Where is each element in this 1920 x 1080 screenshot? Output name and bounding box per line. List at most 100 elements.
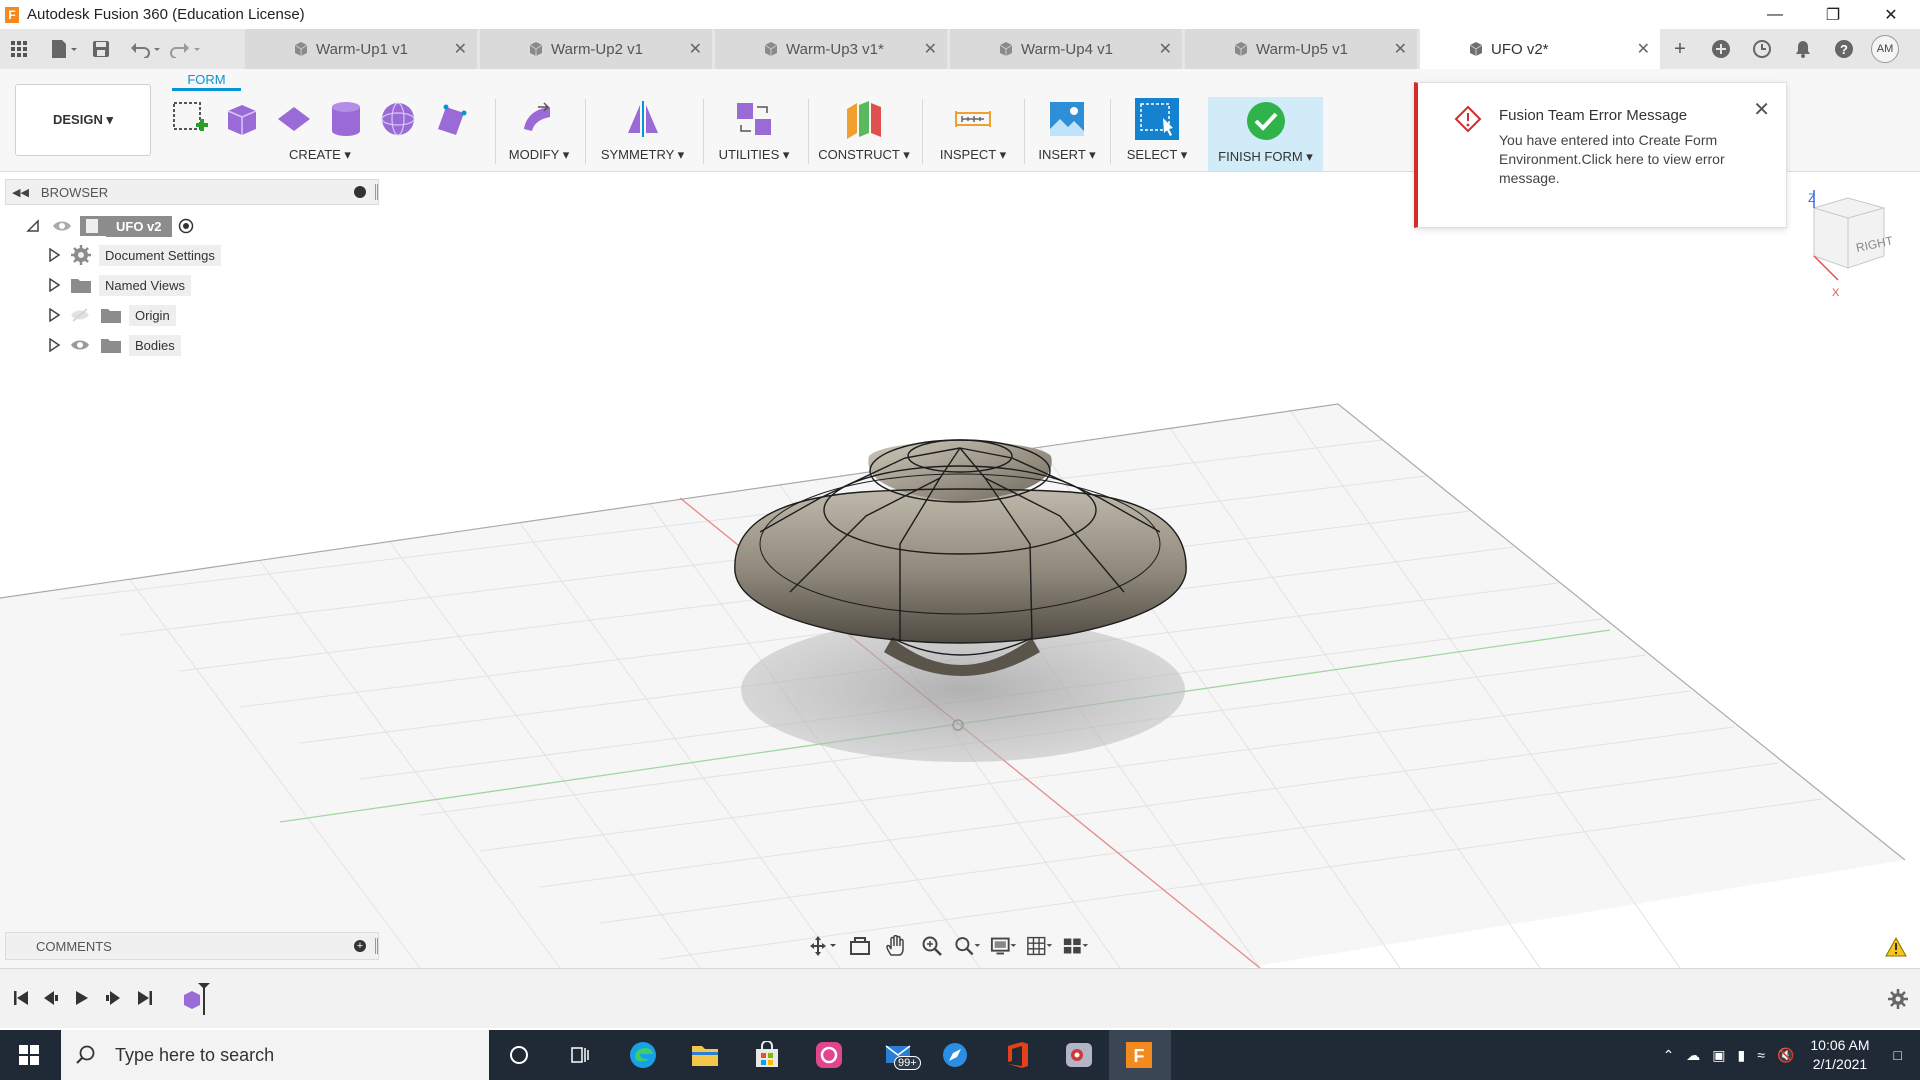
save-icon[interactable] (92, 37, 110, 61)
doc-tab-warm-up5[interactable]: Warm-Up5 v1 ✕ (1185, 29, 1417, 69)
select-menu-label[interactable]: SELECT ▾ (1122, 147, 1192, 163)
edge-browser-icon[interactable] (626, 1038, 660, 1072)
doc-tab-warm-up2[interactable]: Warm-Up2 v1 ✕ (480, 29, 712, 69)
insert-menu-label[interactable]: INSERT ▾ (1034, 147, 1100, 163)
action-center-icon[interactable]: □ (1894, 1047, 1902, 1063)
close-tab-icon[interactable]: ✕ (1159, 39, 1172, 59)
create-sketch-icon[interactable] (170, 99, 210, 139)
mirror-symmetry-icon[interactable] (622, 99, 664, 139)
comments-panel-header[interactable]: COMMENTS + (5, 932, 379, 960)
close-tab-icon[interactable]: ✕ (454, 39, 467, 59)
device-icon[interactable]: ▣ (1712, 1047, 1725, 1064)
pinned-app-media-icon[interactable] (1062, 1038, 1096, 1072)
form-feature-icon[interactable] (180, 981, 216, 1017)
extensions-icon[interactable] (1707, 35, 1735, 63)
doc-tab-warm-up4[interactable]: Warm-Up4 v1 ✕ (950, 29, 1182, 69)
viewports-icon[interactable] (1062, 934, 1090, 958)
construct-menu-label[interactable]: CONSTRUCT ▾ (818, 147, 910, 163)
mail-app-icon[interactable]: 99+ (874, 1038, 924, 1072)
close-notification-icon[interactable]: ✕ (1753, 97, 1770, 122)
doc-tab-warm-up1[interactable]: Warm-Up1 v1 ✕ (245, 29, 477, 69)
office-app-icon[interactable] (1000, 1038, 1034, 1072)
play-icon[interactable] (73, 989, 91, 1007)
minimize-button[interactable]: — (1746, 0, 1804, 29)
wifi-icon[interactable]: ≈ (1757, 1047, 1765, 1063)
job-status-clock-icon[interactable] (1748, 35, 1776, 63)
pan-hand-icon[interactable] (882, 934, 910, 958)
inspect-menu-label[interactable]: INSPECT ▾ (933, 147, 1013, 163)
file-menu-icon[interactable] (50, 37, 78, 61)
fit-zoom-icon[interactable] (954, 934, 982, 958)
app-grid-icon[interactable] (10, 37, 28, 61)
finish-form-check-icon[interactable] (1246, 101, 1286, 141)
taskbar-search-box[interactable]: Type here to search (61, 1030, 489, 1080)
measure-icon[interactable] (952, 99, 994, 139)
clock[interactable]: 10:06 AM 2/1/2021 (1810, 1036, 1869, 1074)
restore-button[interactable]: ❐ (1804, 0, 1862, 29)
close-tab-icon[interactable]: ✕ (924, 39, 937, 59)
show-hidden-icons-chevron-icon[interactable]: ⌃ (1663, 1047, 1675, 1064)
viewcube[interactable]: RIGHT Z X (1808, 190, 1895, 299)
go-to-start-icon[interactable] (12, 989, 30, 1007)
document-tab-bar: Warm-Up1 v1 ✕ Warm-Up2 v1 ✕ Warm-Up3 v1*… (0, 29, 1920, 69)
error-notification[interactable]: Fusion Team Error Message You have enter… (1414, 82, 1787, 228)
separator (585, 99, 586, 164)
close-tab-icon[interactable]: ✕ (1394, 39, 1407, 59)
grid-settings-icon[interactable] (1026, 934, 1054, 958)
notifications-bell-icon[interactable] (1789, 35, 1817, 63)
face-icon[interactable] (430, 99, 470, 139)
tab-form[interactable]: FORM (172, 71, 241, 91)
microsoft-store-icon[interactable] (750, 1038, 784, 1072)
warning-icon[interactable] (1885, 936, 1907, 957)
redo-icon[interactable] (170, 37, 204, 61)
edit-form-icon[interactable] (518, 99, 560, 139)
cylinder-icon[interactable] (326, 99, 366, 139)
window-select-icon[interactable] (1134, 97, 1180, 141)
doc-tab-ufo-v2[interactable]: UFO v2* ✕ (1420, 29, 1660, 69)
construct-plane-icon[interactable] (843, 99, 885, 139)
close-window-button[interactable]: ✕ (1862, 0, 1920, 29)
cortana-icon[interactable] (502, 1038, 536, 1072)
sphere-icon[interactable] (378, 99, 418, 139)
volume-muted-icon[interactable]: 🔇 (1777, 1047, 1794, 1064)
go-to-end-icon[interactable] (136, 989, 154, 1007)
timeline-settings-gear-icon[interactable] (1888, 989, 1908, 1009)
start-button[interactable] (0, 1030, 58, 1080)
plane-icon[interactable] (274, 99, 314, 139)
add-comment-icon[interactable]: + (354, 940, 366, 952)
symmetry-menu-label[interactable]: SYMMETRY ▾ (595, 147, 690, 163)
utilities-menu-label[interactable]: UTILITIES ▾ (712, 147, 796, 163)
look-at-icon[interactable] (846, 934, 874, 958)
convert-icon[interactable] (733, 99, 775, 139)
workspace-switcher-button[interactable]: DESIGN ▾ (15, 84, 151, 156)
close-tab-icon[interactable]: ✕ (689, 39, 702, 59)
design-canvas[interactable]: RIGHT Z X (0, 172, 1920, 968)
step-forward-icon[interactable] (104, 989, 122, 1007)
display-settings-icon[interactable] (990, 934, 1018, 958)
create-menu-label[interactable]: CREATE ▾ (170, 147, 470, 163)
modify-menu-label[interactable]: MODIFY ▾ (506, 147, 572, 163)
pinned-app-compass-icon[interactable] (938, 1038, 972, 1072)
step-back-icon[interactable] (42, 989, 60, 1007)
task-view-icon[interactable] (563, 1038, 597, 1072)
close-tab-icon[interactable]: ✕ (1637, 39, 1650, 59)
orbit-icon[interactable] (810, 934, 838, 958)
new-tab-plus-icon[interactable]: + (1666, 35, 1694, 63)
battery-icon[interactable]: ▮ (1738, 1047, 1746, 1064)
undo-icon[interactable] (130, 37, 164, 61)
zoom-icon[interactable] (918, 934, 946, 958)
box-icon[interactable] (222, 99, 262, 139)
construct-group: CONSTRUCT ▾ (818, 97, 910, 163)
file-explorer-icon[interactable] (688, 1038, 722, 1072)
panel-divider-handle[interactable] (375, 938, 378, 954)
finish-form-group[interactable]: FINISH FORM ▾ (1208, 97, 1323, 171)
help-icon[interactable]: ? (1830, 35, 1858, 63)
notification-message-link[interactable]: You have entered into Create Form Enviro… (1499, 131, 1769, 188)
insert-image-icon[interactable] (1047, 99, 1087, 139)
finish-form-label[interactable]: FINISH FORM ▾ (1208, 149, 1323, 165)
photos-app-icon[interactable] (812, 1038, 846, 1072)
fusion-360-taskbar-icon[interactable]: F (1122, 1038, 1156, 1072)
doc-tab-warm-up3[interactable]: Warm-Up3 v1* ✕ (715, 29, 947, 69)
user-avatar[interactable]: AM (1871, 35, 1899, 63)
onedrive-cloud-icon[interactable]: ☁ (1686, 1047, 1700, 1064)
